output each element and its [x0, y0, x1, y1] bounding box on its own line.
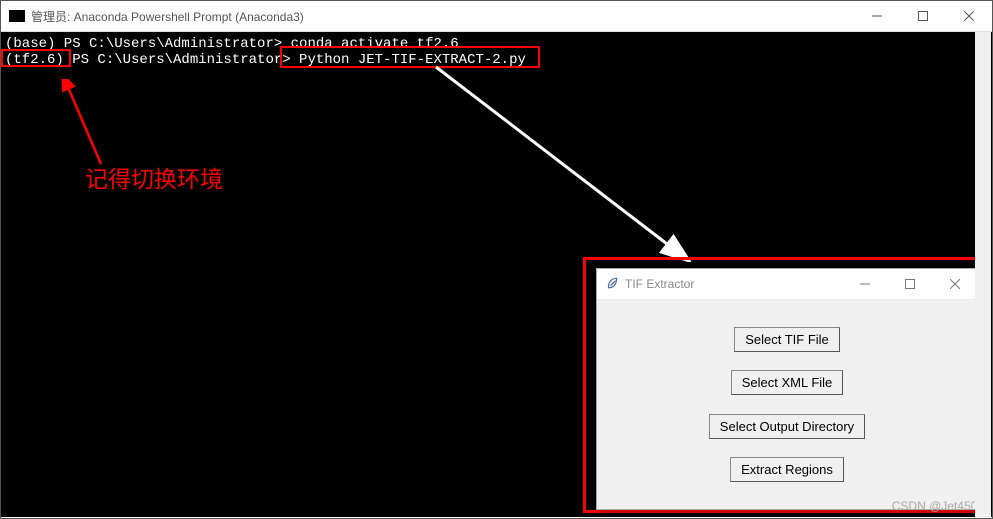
tk-minimize-button[interactable]	[842, 269, 887, 299]
tk-body: Select TIF File Select XML File Select O…	[597, 300, 977, 509]
watermark: CSDN @Jet4505	[892, 499, 984, 513]
window-title: 管理员: Anaconda Powershell Prompt (Anacond…	[31, 8, 854, 25]
console-scrollbar[interactable]	[975, 32, 991, 517]
console-area[interactable]: (base) PS C:\Users\Administrator> conda …	[1, 32, 992, 517]
select-tif-button[interactable]: Select TIF File	[734, 327, 840, 352]
tk-close-button[interactable]	[932, 269, 977, 299]
maximize-button[interactable]	[900, 1, 946, 31]
main-titlebar[interactable]: 管理员: Anaconda Powershell Prompt (Anacond…	[1, 1, 992, 32]
annotation-text: 记得切换环境	[85, 160, 223, 194]
select-xml-button[interactable]: Select XML File	[731, 370, 844, 395]
arrow-to-window	[431, 62, 691, 262]
tk-feather-icon	[605, 276, 619, 293]
extract-regions-button[interactable]: Extract Regions	[730, 457, 844, 482]
arrow-to-env	[61, 79, 111, 169]
highlight-tk-window: TIF Extractor Select TIF File Select XML…	[583, 257, 983, 513]
minimize-button[interactable]	[854, 1, 900, 31]
highlight-env-prefix	[1, 49, 71, 67]
select-output-button[interactable]: Select Output Directory	[709, 414, 865, 439]
tif-extractor-window: TIF Extractor Select TIF File Select XML…	[596, 268, 978, 510]
close-button[interactable]	[946, 1, 992, 31]
powershell-window: 管理员: Anaconda Powershell Prompt (Anacond…	[0, 0, 993, 519]
tk-titlebar[interactable]: TIF Extractor	[597, 269, 977, 300]
tk-window-title: TIF Extractor	[625, 277, 842, 291]
tk-maximize-button[interactable]	[887, 269, 932, 299]
console-icon	[9, 10, 25, 22]
